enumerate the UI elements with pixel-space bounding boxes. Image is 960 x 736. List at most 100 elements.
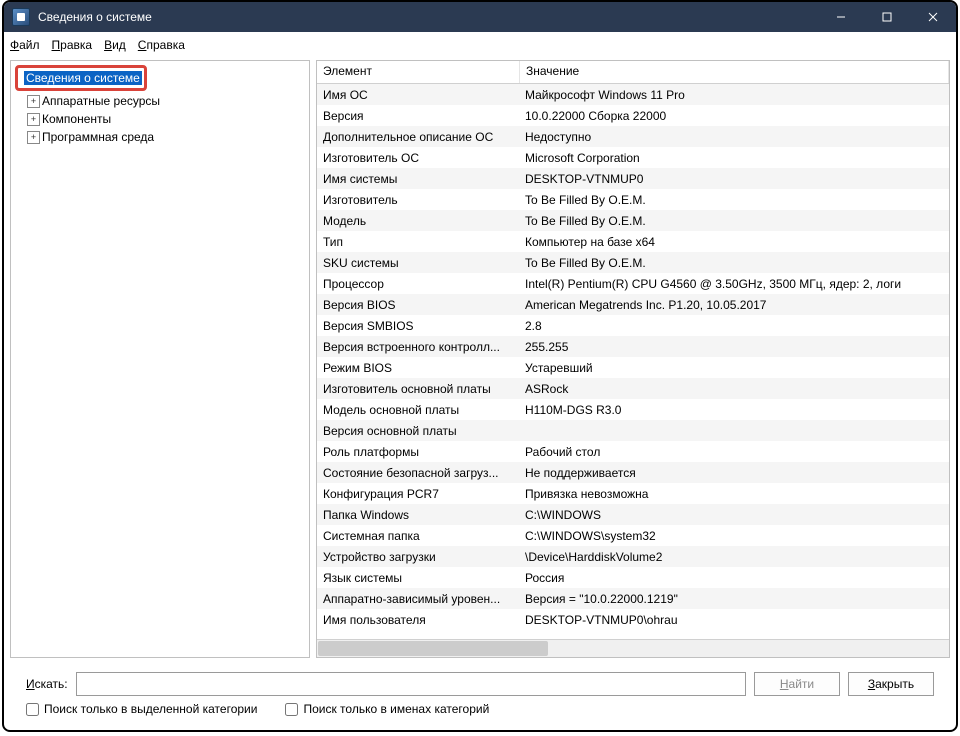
cell-value: To Be Filled By O.E.M.: [519, 214, 949, 228]
cell-element: Версия SMBIOS: [317, 319, 519, 333]
cell-element: Аппаратно-зависимый уровен...: [317, 592, 519, 606]
table-row[interactable]: Папка WindowsC:\WINDOWS: [317, 504, 949, 525]
close-search-button[interactable]: Закрыть: [848, 672, 934, 696]
maximize-button[interactable]: [864, 2, 910, 32]
minimize-button[interactable]: [818, 2, 864, 32]
menu-help[interactable]: Справка: [138, 38, 185, 52]
cell-value: Привязка невозможна: [519, 487, 949, 501]
cell-element: Конфигурация PCR7: [317, 487, 519, 501]
cell-value: 10.0.22000 Сборка 22000: [519, 109, 949, 123]
table-row[interactable]: Имя системыDESKTOP-VTNMUP0: [317, 168, 949, 189]
cell-element: Дополнительное описание ОС: [317, 130, 519, 144]
menu-file[interactable]: Файл: [10, 38, 40, 52]
cell-value: Не поддерживается: [519, 466, 949, 480]
table-row[interactable]: Роль платформыРабочий стол: [317, 441, 949, 462]
search-input[interactable]: [76, 672, 746, 696]
cell-element: Версия BIOS: [317, 298, 519, 312]
table-row[interactable]: ИзготовительTo Be Filled By O.E.M.: [317, 189, 949, 210]
table-row[interactable]: SKU системыTo Be Filled By O.E.M.: [317, 252, 949, 273]
cell-value: Недоступно: [519, 130, 949, 144]
table-row[interactable]: Версия встроенного контролл...255.255: [317, 336, 949, 357]
search-label: Искать:: [26, 677, 68, 691]
cell-value: C:\WINDOWS\system32: [519, 529, 949, 543]
cell-element: Изготовитель ОС: [317, 151, 519, 165]
cell-value: Россия: [519, 571, 949, 585]
tree-item-software-environment[interactable]: + Программная среда: [15, 128, 305, 146]
cell-element: Изготовитель основной платы: [317, 382, 519, 396]
cell-value: \Device\HarddiskVolume2: [519, 550, 949, 564]
table-row[interactable]: Изготовитель основной платыASRock: [317, 378, 949, 399]
table-row[interactable]: Версия10.0.22000 Сборка 22000: [317, 105, 949, 126]
table-row[interactable]: Версия основной платы: [317, 420, 949, 441]
cell-value: To Be Filled By O.E.M.: [519, 256, 949, 270]
cell-element: SKU системы: [317, 256, 519, 270]
close-button[interactable]: [910, 2, 956, 32]
column-header-element[interactable]: Элемент: [317, 61, 520, 83]
checkbox-selected-category-input[interactable]: [26, 703, 39, 716]
table-row[interactable]: Режим BIOSУстаревший: [317, 357, 949, 378]
plus-icon[interactable]: +: [27, 113, 40, 126]
tree-item-hardware-resources[interactable]: + Аппаратные ресурсы: [15, 92, 305, 110]
cell-element: Модель: [317, 214, 519, 228]
menu-view[interactable]: Вид: [104, 38, 126, 52]
cell-element: Устройство загрузки: [317, 550, 519, 564]
table-row[interactable]: Язык системыРоссия: [317, 567, 949, 588]
cell-element: Режим BIOS: [317, 361, 519, 375]
cell-value: Intel(R) Pentium(R) CPU G4560 @ 3.50GHz,…: [519, 277, 949, 291]
cell-value: 2.8: [519, 319, 949, 333]
table-row[interactable]: ПроцессорIntel(R) Pentium(R) CPU G4560 @…: [317, 273, 949, 294]
cell-value: Майкрософт Windows 11 Pro: [519, 88, 949, 102]
table-row[interactable]: Дополнительное описание ОСНедоступно: [317, 126, 949, 147]
cell-value: ASRock: [519, 382, 949, 396]
table-row[interactable]: Устройство загрузки\Device\HarddiskVolum…: [317, 546, 949, 567]
table-row[interactable]: Состояние безопасной загруз...Не поддерж…: [317, 462, 949, 483]
cell-value: Microsoft Corporation: [519, 151, 949, 165]
find-button[interactable]: Найти: [754, 672, 840, 696]
table-row[interactable]: ТипКомпьютер на базе x64: [317, 231, 949, 252]
checkbox-category-names-input[interactable]: [285, 703, 298, 716]
tree-root-system-summary[interactable]: Сведения о системе: [20, 69, 142, 87]
table-row[interactable]: Изготовитель ОСMicrosoft Corporation: [317, 147, 949, 168]
cell-value: Устаревший: [519, 361, 949, 375]
search-panel: Искать: Найти Закрыть Поиск только в выд…: [10, 665, 950, 724]
column-header-value[interactable]: Значение: [520, 61, 949, 83]
table-row[interactable]: Версия SMBIOS2.8: [317, 315, 949, 336]
cell-element: Имя ОС: [317, 88, 519, 102]
details-pane: Элемент Значение Имя ОСМайкрософт Window…: [316, 60, 950, 658]
tree-item-components[interactable]: + Компоненты: [15, 110, 305, 128]
menu-edit[interactable]: Правка: [52, 38, 93, 52]
table-row[interactable]: Имя ОСМайкрософт Windows 11 Pro: [317, 84, 949, 105]
cell-element: Версия основной платы: [317, 424, 519, 438]
table-row[interactable]: Системная папкаC:\WINDOWS\system32: [317, 525, 949, 546]
cell-element: Процессор: [317, 277, 519, 291]
plus-icon[interactable]: +: [27, 95, 40, 108]
cell-element: Системная папка: [317, 529, 519, 543]
cell-element: Язык системы: [317, 571, 519, 585]
table-row[interactable]: Версия BIOSAmerican Megatrends Inc. P1.2…: [317, 294, 949, 315]
cell-element: Версия: [317, 109, 519, 123]
cell-value: Рабочий стол: [519, 445, 949, 459]
cell-element: Версия встроенного контролл...: [317, 340, 519, 354]
table-row[interactable]: Аппаратно-зависимый уровен...Версия = "1…: [317, 588, 949, 609]
checkbox-selected-category[interactable]: Поиск только в выделенной категории: [26, 702, 257, 716]
cell-value: DESKTOP-VTNMUP0\ohrau: [519, 613, 949, 627]
table-row[interactable]: Имя пользователяDESKTOP-VTNMUP0\ohrau: [317, 609, 949, 630]
cell-element: Изготовитель: [317, 193, 519, 207]
cell-element: Тип: [317, 235, 519, 249]
cell-element: Состояние безопасной загруз...: [317, 466, 519, 480]
cell-element: Имя пользователя: [317, 613, 519, 627]
cell-value: H110M-DGS R3.0: [519, 403, 949, 417]
checkbox-category-names[interactable]: Поиск только в именах категорий: [285, 702, 489, 716]
scrollbar-thumb[interactable]: [318, 641, 548, 656]
menu-bar: Файл Правка Вид Справка: [4, 32, 956, 57]
table-row[interactable]: МодельTo Be Filled By O.E.M.: [317, 210, 949, 231]
window-title: Сведения о системе: [38, 10, 818, 24]
table-row[interactable]: Конфигурация PCR7Привязка невозможна: [317, 483, 949, 504]
horizontal-scrollbar[interactable]: [317, 639, 949, 657]
plus-icon[interactable]: +: [27, 131, 40, 144]
table-row[interactable]: Модель основной платыH110M-DGS R3.0: [317, 399, 949, 420]
cell-element: Модель основной платы: [317, 403, 519, 417]
table-header: Элемент Значение: [317, 61, 949, 84]
title-bar: Сведения о системе: [4, 2, 956, 32]
cell-element: Роль платформы: [317, 445, 519, 459]
